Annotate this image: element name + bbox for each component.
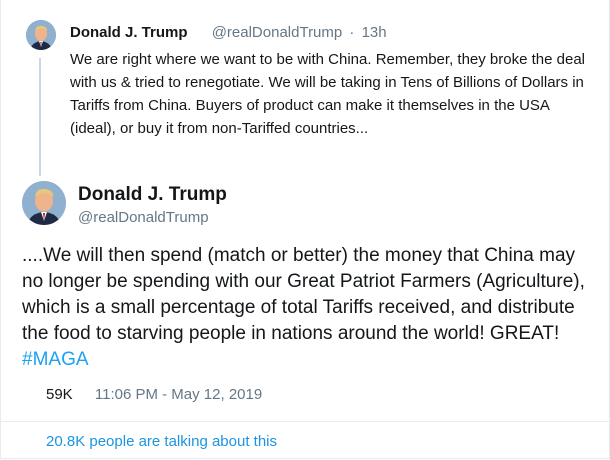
main-author-handle[interactable]: @realDonaldTrump: [78, 209, 209, 226]
main-avatar[interactable]: [22, 181, 66, 225]
talking-about-link[interactable]: 20.8K people are talking about this: [46, 433, 277, 450]
hashtag-link[interactable]: #MAGA: [22, 349, 89, 370]
reply-header: Donald J. Trump @realDonaldTrump · 13h: [70, 24, 387, 41]
reply-author-handle[interactable]: @realDonaldTrump: [212, 24, 343, 41]
main-author-name[interactable]: Donald J. Trump: [78, 184, 227, 206]
main-tweet-text: ....We will then spend (match or better)…: [22, 243, 592, 373]
thread-connector-line: [39, 58, 41, 176]
profile-photo-icon: [22, 181, 66, 225]
tweet-meta: 59K 11:06 PM - May 12, 2019: [46, 386, 262, 403]
reply-author-name[interactable]: Donald J. Trump: [70, 24, 188, 41]
like-count[interactable]: 59K: [46, 386, 73, 403]
profile-photo-icon: [26, 20, 56, 50]
reply-tweet-text: We are right where we want to be with Ch…: [70, 51, 585, 137]
tweet-timestamp[interactable]: 11:06 PM - May 12, 2019: [95, 386, 262, 403]
main-tweet-body: ....We will then spend (match or better)…: [22, 245, 585, 344]
reply-separator: ·: [349, 24, 355, 41]
reply-avatar[interactable]: [26, 20, 56, 50]
divider: [0, 421, 610, 422]
reply-timestamp[interactable]: 13h: [362, 24, 387, 41]
